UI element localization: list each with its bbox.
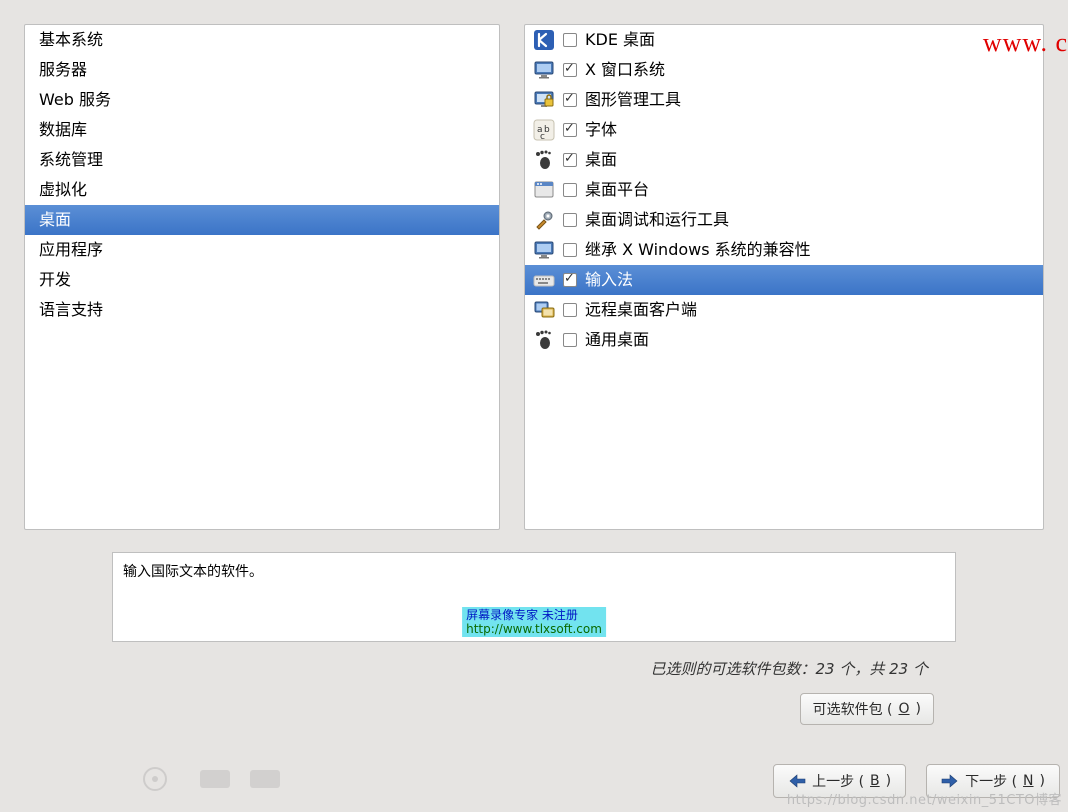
- package-label: KDE 桌面: [585, 29, 1035, 51]
- package-item[interactable]: X 窗口系统: [525, 55, 1043, 85]
- package-item[interactable]: abc 字体: [525, 115, 1043, 145]
- package-checkbox[interactable]: [563, 333, 577, 347]
- package-item[interactable]: 桌面平台: [525, 175, 1043, 205]
- category-item[interactable]: 虚拟化: [25, 175, 499, 205]
- package-checkbox[interactable]: [563, 273, 577, 287]
- monitor-icon: [533, 59, 555, 81]
- package-label: 继承 X Windows 系统的兼容性: [585, 239, 1035, 261]
- btn-text: 下一步 (: [965, 771, 1017, 791]
- btn-text: 上一步 (: [812, 771, 864, 791]
- description-box: 输入国际文本的软件。 屏幕录像专家 未注册 http://www.tlxsoft…: [112, 552, 956, 642]
- btn-text-end: ): [1040, 773, 1045, 789]
- package-item[interactable]: 继承 X Windows 系统的兼容性: [525, 235, 1043, 265]
- package-item[interactable]: 图形管理工具: [525, 85, 1043, 115]
- package-checkbox[interactable]: [563, 213, 577, 227]
- category-list: 基本系统服务器Web 服务数据库系统管理虚拟化桌面应用程序开发语言支持: [25, 25, 499, 325]
- blog-watermark: https://blog.csdn.net/weixin_51CTO博客: [787, 789, 1062, 808]
- optional-packages-button[interactable]: 可选软件包 ( O): [800, 693, 934, 725]
- optional-button-bar: 可选软件包 ( O): [0, 693, 934, 725]
- category-panel: 基本系统服务器Web 服务数据库系统管理虚拟化桌面应用程序开发语言支持: [24, 24, 500, 530]
- gnome-foot-icon: [533, 329, 555, 351]
- ghost-toolbar: [130, 764, 330, 794]
- package-checkbox[interactable]: [563, 243, 577, 257]
- font-icon: abc: [533, 119, 555, 141]
- package-checkbox[interactable]: [563, 33, 577, 47]
- package-label: 输入法: [585, 269, 1035, 291]
- package-item[interactable]: 远程桌面客户端: [525, 295, 1043, 325]
- package-checkbox[interactable]: [563, 123, 577, 137]
- panels-row: 基本系统服务器Web 服务数据库系统管理虚拟化桌面应用程序开发语言支持 KDE …: [0, 0, 1068, 530]
- tools-icon: [533, 209, 555, 231]
- description-text: 输入国际文本的软件。: [123, 564, 263, 580]
- btn-accel: N: [1023, 773, 1033, 789]
- package-item[interactable]: 桌面: [525, 145, 1043, 175]
- category-item[interactable]: 系统管理: [25, 145, 499, 175]
- arrow-right-icon: [941, 774, 959, 788]
- keyboard-icon: [533, 269, 555, 291]
- category-item[interactable]: 语言支持: [25, 295, 499, 325]
- category-item[interactable]: 应用程序: [25, 235, 499, 265]
- window-icon: [533, 179, 555, 201]
- package-label: 字体: [585, 119, 1035, 141]
- category-item[interactable]: 数据库: [25, 115, 499, 145]
- btn-text: 可选软件包 (: [813, 699, 893, 719]
- package-label: 桌面平台: [585, 179, 1035, 201]
- package-item[interactable]: 桌面调试和运行工具: [525, 205, 1043, 235]
- recorder-watermark-line2: http://www.tlxsoft.com: [466, 622, 602, 636]
- package-checkbox[interactable]: [563, 63, 577, 77]
- lock-monitor-icon: [533, 89, 555, 111]
- monitor-icon: [533, 239, 555, 261]
- svg-text:c: c: [540, 132, 545, 141]
- package-checkbox[interactable]: [563, 93, 577, 107]
- btn-accel: O: [899, 701, 910, 717]
- watermark-text: www. c: [983, 28, 1068, 58]
- package-item[interactable]: KDE 桌面: [525, 25, 1043, 55]
- package-panel: KDE 桌面 X 窗口系统图形管理工具 abc 字体桌面桌面平台桌面调试和运行工具继承…: [524, 24, 1044, 530]
- kde-icon: [533, 29, 555, 51]
- package-label: 桌面调试和运行工具: [585, 209, 1035, 231]
- package-checkbox[interactable]: [563, 303, 577, 317]
- recorder-watermark-line1: 屏幕录像专家 未注册: [466, 608, 602, 622]
- package-label: 通用桌面: [585, 329, 1035, 351]
- category-item[interactable]: 桌面: [25, 205, 499, 235]
- category-item[interactable]: 开发: [25, 265, 499, 295]
- category-item[interactable]: 基本系统: [25, 25, 499, 55]
- category-item[interactable]: Web 服务: [25, 85, 499, 115]
- recorder-watermark: 屏幕录像专家 未注册 http://www.tlxsoft.com: [462, 607, 606, 637]
- btn-accel: B: [870, 773, 880, 789]
- package-count-line: 已选则的可选软件包数：23 个，共 23 个: [0, 658, 928, 679]
- package-label: 远程桌面客户端: [585, 299, 1035, 321]
- btn-text-end: ): [886, 773, 891, 789]
- btn-text-end: ): [916, 701, 921, 717]
- package-label: 图形管理工具: [585, 89, 1035, 111]
- category-item[interactable]: 服务器: [25, 55, 499, 85]
- package-checkbox[interactable]: [563, 183, 577, 197]
- package-item[interactable]: 通用桌面: [525, 325, 1043, 355]
- package-item[interactable]: 输入法: [525, 265, 1043, 295]
- package-label: 桌面: [585, 149, 1035, 171]
- remote-icon: [533, 299, 555, 321]
- package-label: X 窗口系统: [585, 59, 1035, 81]
- package-list: KDE 桌面 X 窗口系统图形管理工具 abc 字体桌面桌面平台桌面调试和运行工具继承…: [525, 25, 1043, 355]
- arrow-left-icon: [788, 774, 806, 788]
- package-checkbox[interactable]: [563, 153, 577, 167]
- gnome-foot-icon: [533, 149, 555, 171]
